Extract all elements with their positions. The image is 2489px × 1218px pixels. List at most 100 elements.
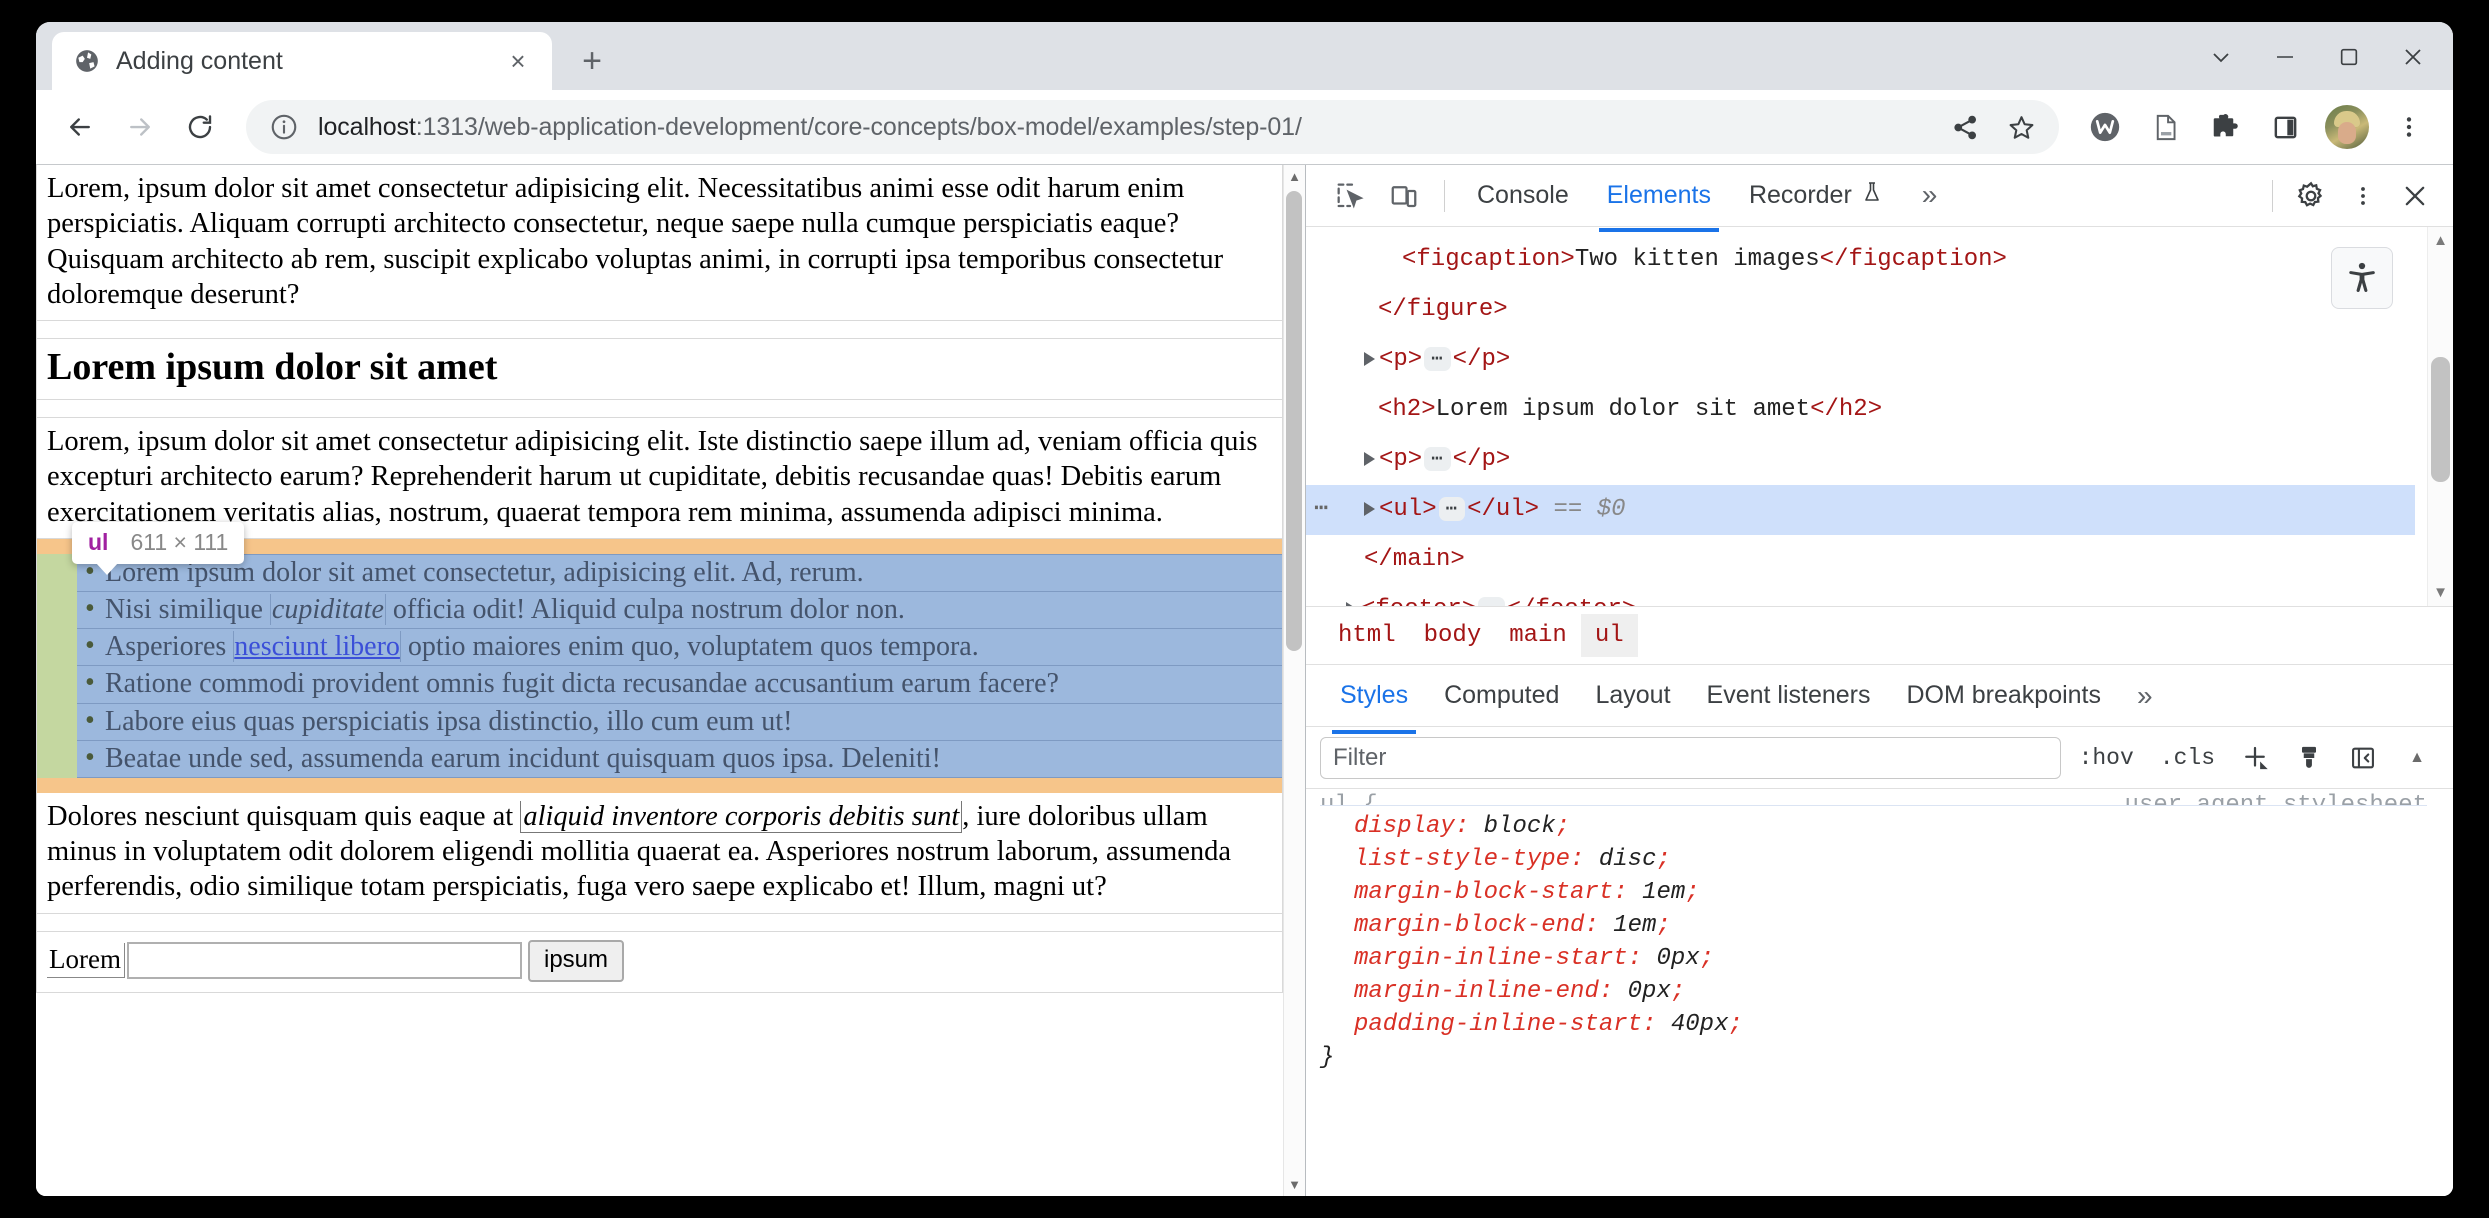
browser-tab[interactable]: Adding content × xyxy=(52,32,552,90)
side-panel-icon[interactable] xyxy=(2257,99,2313,155)
cls-toggle[interactable]: .cls xyxy=(2152,741,2223,775)
minimize-button[interactable] xyxy=(2255,34,2315,80)
sidebar-toggle-icon[interactable] xyxy=(2341,737,2385,779)
subtab-event-listeners[interactable]: Event listeners xyxy=(1691,669,1887,722)
dom-node-figcaption[interactable]: <figcaption>Two kitten images</figcaptio… xyxy=(1306,235,2415,285)
page-scrollbar-thumb[interactable] xyxy=(1286,191,1302,651)
collapsed-content-icon[interactable]: ⋯ xyxy=(1424,446,1451,471)
form-text-input[interactable] xyxy=(126,942,522,980)
info-icon[interactable] xyxy=(268,111,300,143)
breadcrumb-item-html[interactable]: html xyxy=(1324,614,1410,657)
css-declaration[interactable]: list-style-type: disc; xyxy=(1320,843,2427,876)
back-button[interactable] xyxy=(52,99,108,155)
scroll-up-arrow-icon[interactable]: ▲ xyxy=(1288,165,1301,188)
hov-toggle[interactable]: :hov xyxy=(2071,741,2142,775)
maximize-button[interactable] xyxy=(2319,34,2379,80)
collapsed-content-icon[interactable]: ⋯ xyxy=(1478,596,1505,606)
tab-console[interactable]: Console xyxy=(1459,171,1587,221)
star-icon[interactable] xyxy=(1993,99,2049,155)
css-value[interactable]: disc xyxy=(1599,846,1657,873)
css-declaration[interactable]: margin-block-start: 1em; xyxy=(1320,876,2427,909)
dom-tree-scrollbar[interactable]: ▲ ▼ xyxy=(2427,227,2453,606)
page-scrollbar[interactable]: ▲ ▼ xyxy=(1283,165,1305,1196)
css-value[interactable]: block xyxy=(1484,813,1556,840)
close-window-button[interactable] xyxy=(2383,34,2443,80)
css-selector[interactable]: ul { xyxy=(1320,789,1378,805)
breadcrumb-item-main[interactable]: main xyxy=(1495,614,1581,657)
three-dot-menu-icon[interactable] xyxy=(2381,99,2437,155)
css-declaration[interactable]: display: block; xyxy=(1320,810,2427,843)
reading-list-icon[interactable] xyxy=(2137,99,2193,155)
expand-triangle-icon[interactable] xyxy=(1346,601,1357,606)
profile-avatar[interactable] xyxy=(2325,105,2369,149)
expand-triangle-icon[interactable] xyxy=(1364,351,1375,366)
tab-close-button[interactable]: × xyxy=(500,43,536,79)
subtab-layout[interactable]: Layout xyxy=(1579,669,1686,722)
forward-button[interactable] xyxy=(112,99,168,155)
list-item-link[interactable]: nesciunt libero xyxy=(233,631,401,663)
css-value[interactable]: 1em xyxy=(1613,912,1656,939)
w-extension-icon[interactable] xyxy=(2077,99,2133,155)
node-more-icon[interactable]: ⋯ xyxy=(1314,485,1330,535)
gear-icon[interactable] xyxy=(2285,172,2337,220)
tab-recorder[interactable]: Recorder xyxy=(1731,170,1902,222)
filter-input[interactable]: Filter xyxy=(1320,736,2061,779)
styles-scroll-up-arrow-icon[interactable]: ▲ xyxy=(2395,737,2439,779)
expand-triangle-icon[interactable] xyxy=(1364,451,1375,466)
devtools-tabs-overflow[interactable]: » xyxy=(1904,169,1956,222)
scroll-down-arrow-icon[interactable]: ▼ xyxy=(2433,585,2448,600)
dom-node-h2[interactable]: <h2>Lorem ipsum dolor sit amet</h2> xyxy=(1306,385,2415,435)
tab-elements[interactable]: Elements xyxy=(1589,171,1729,232)
form-submit-button[interactable]: ipsum xyxy=(527,939,625,982)
address-bar[interactable]: localhost:1313/web-application-developme… xyxy=(246,100,2059,154)
scroll-up-arrow-icon[interactable]: ▲ xyxy=(2433,233,2448,248)
share-icon[interactable] xyxy=(1937,99,1993,155)
accessibility-icon[interactable] xyxy=(2331,247,2393,309)
dom-node-main-close[interactable]: </main> xyxy=(1306,535,2415,585)
css-value[interactable]: 0px xyxy=(1628,978,1671,1005)
paintbrush-icon[interactable] xyxy=(2287,737,2331,779)
dom-node-figure-close[interactable]: </figure> xyxy=(1306,285,2415,335)
dom-node-ul-selected[interactable]: ⋯ <ul> ⋯ </ul> == $0 xyxy=(1306,485,2415,535)
css-value[interactable]: 0px xyxy=(1656,945,1699,972)
devtools-close-icon[interactable] xyxy=(2389,172,2441,220)
list-item-text: officia odit! Aliquid culpa nostrum dolo… xyxy=(385,594,905,626)
css-value[interactable]: 40px xyxy=(1671,1011,1729,1038)
new-tab-button[interactable]: + xyxy=(568,37,616,85)
device-toolbar-icon[interactable] xyxy=(1378,172,1430,220)
scroll-down-arrow-icon[interactable]: ▼ xyxy=(1288,1173,1301,1196)
css-property[interactable]: margin-block-start xyxy=(1354,879,1613,906)
puzzle-extensions-icon[interactable] xyxy=(2197,99,2253,155)
css-value[interactable]: 1em xyxy=(1642,879,1685,906)
css-declaration[interactable]: margin-inline-start: 0px; xyxy=(1320,942,2427,975)
collapsed-content-icon[interactable]: ⋯ xyxy=(1424,346,1451,371)
css-property[interactable]: list-style-type xyxy=(1354,846,1570,873)
plus-icon[interactable] xyxy=(2233,737,2277,779)
devtools-more-menu-icon[interactable] xyxy=(2337,172,2389,220)
tab-search-chevron-down-icon[interactable] xyxy=(2191,34,2251,80)
dom-node-p-1[interactable]: <p> ⋯ </p> xyxy=(1306,335,2415,385)
subtab-computed[interactable]: Computed xyxy=(1428,669,1575,722)
css-declaration[interactable]: margin-inline-end: 0px; xyxy=(1320,975,2427,1008)
css-property[interactable]: margin-inline-end xyxy=(1354,978,1599,1005)
css-property[interactable]: display xyxy=(1354,813,1455,840)
dom-node-p-2[interactable]: <p> ⋯ </p> xyxy=(1306,435,2415,485)
inspect-element-icon[interactable] xyxy=(1324,172,1376,220)
styles-pane[interactable]: ul { user agent stylesheet display: bloc… xyxy=(1306,789,2453,1196)
breadcrumb-item-ul[interactable]: ul xyxy=(1580,614,1638,657)
dom-tree[interactable]: <figcaption>Two kitten images</figcaptio… xyxy=(1306,227,2415,606)
subtab-styles[interactable]: Styles xyxy=(1324,669,1424,734)
subtabs-overflow[interactable]: » xyxy=(2121,668,2169,724)
css-declaration[interactable]: padding-inline-start: 40px; xyxy=(1320,1008,2427,1041)
css-property[interactable]: margin-block-end xyxy=(1354,912,1584,939)
css-property[interactable]: padding-inline-start xyxy=(1354,1011,1642,1038)
css-declaration[interactable]: margin-block-end: 1em; xyxy=(1320,909,2427,942)
reload-button[interactable] xyxy=(172,99,228,155)
collapsed-content-icon[interactable]: ⋯ xyxy=(1438,496,1466,521)
breadcrumb-item-body[interactable]: body xyxy=(1410,614,1496,657)
subtab-dom-breakpoints[interactable]: DOM breakpoints xyxy=(1890,669,2117,722)
dom-node-footer[interactable]: <footer>⋯</footer> xyxy=(1306,585,2415,606)
css-property[interactable]: margin-inline-start xyxy=(1354,945,1628,972)
dom-tree-scrollbar-thumb[interactable] xyxy=(2431,357,2450,482)
expand-triangle-icon[interactable] xyxy=(1364,501,1375,516)
